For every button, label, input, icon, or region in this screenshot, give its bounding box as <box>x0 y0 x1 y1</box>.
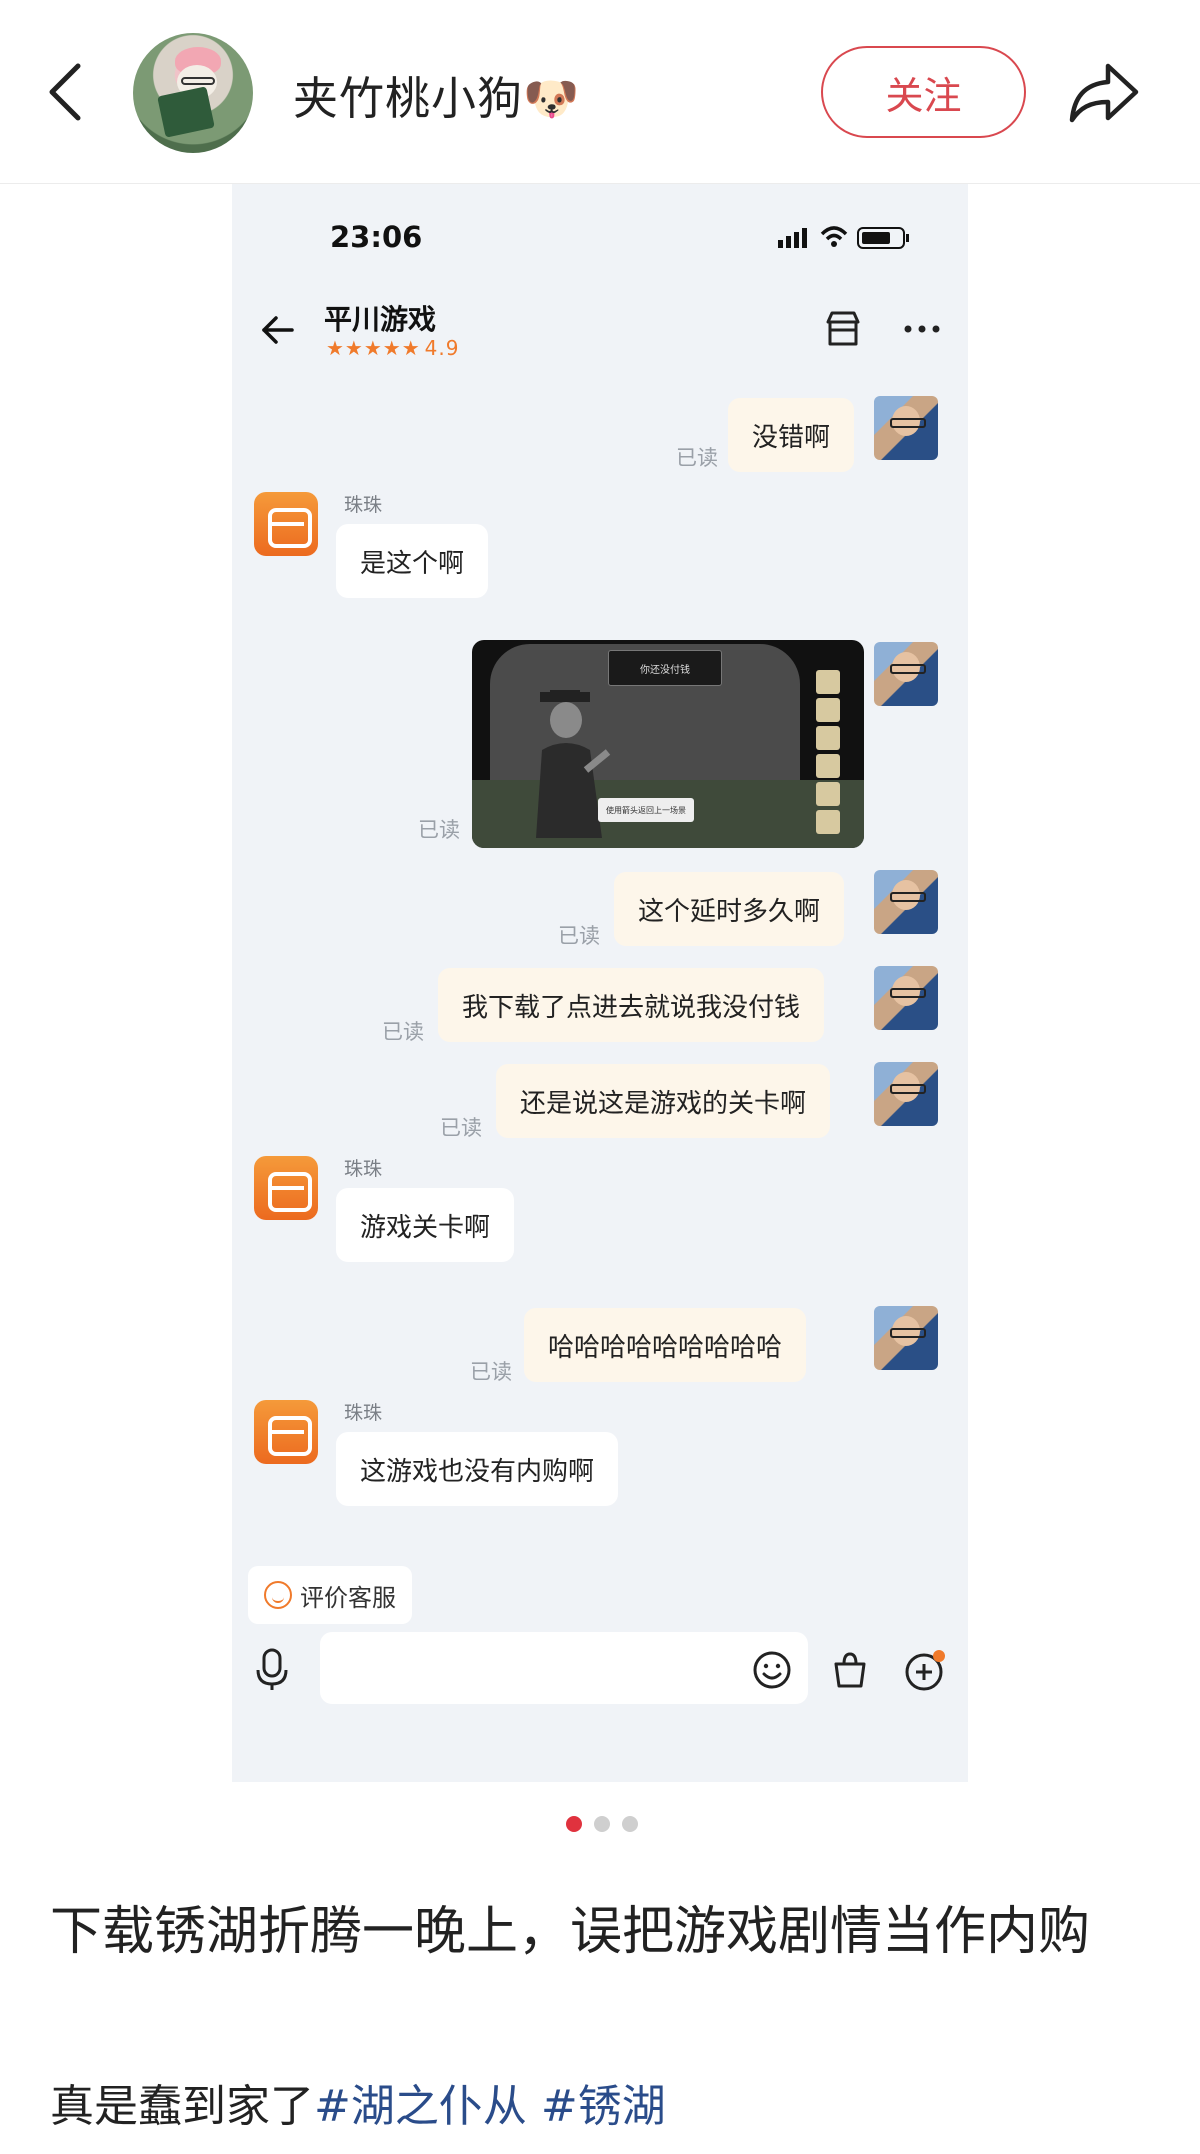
game-hint-button: 使用箭头返回上一场景 <box>598 798 694 822</box>
shop-avatar <box>254 492 318 556</box>
plus-icon[interactable] <box>904 1650 946 1692</box>
hashtag-link[interactable]: #湖之仆从 <box>314 2081 527 2132</box>
shop-rating: ★★★★★ 4.9 <box>326 336 459 360</box>
carousel-dot[interactable] <box>622 1816 638 1832</box>
read-receipt: 已读 <box>418 818 460 842</box>
read-receipt: 已读 <box>558 924 600 948</box>
smile-icon <box>264 1581 292 1609</box>
game-speech-text: 你还没付钱 <box>608 650 722 686</box>
rating-value: 4.9 <box>424 336 460 360</box>
message-bubble-mine[interactable]: 这个延时多久啊 <box>614 872 845 946</box>
post-body: 真是蠢到家了#湖之仆从 #锈湖 <box>50 2070 666 2134</box>
carousel-indicator <box>566 1816 638 1832</box>
carousel-dot[interactable] <box>594 1816 610 1832</box>
chat-screenshot[interactable]: 23:06 平川游戏 ★★★★★ 4.9 已读 没错啊 珠珠 是这个啊 已读 你… <box>232 184 968 1782</box>
carousel-dot-active[interactable] <box>566 1816 582 1832</box>
back-arrow-icon[interactable] <box>42 60 88 124</box>
shop-name: 平川游戏 <box>324 303 437 336</box>
rate-service-label: 评价客服 <box>300 1583 396 1612</box>
share-icon[interactable] <box>1068 58 1142 126</box>
author-username[interactable]: 夹竹桃小狗🐶 <box>293 62 580 127</box>
rating-stars: ★★★★★ <box>326 336 421 360</box>
read-receipt: 已读 <box>382 1020 424 1044</box>
my-avatar <box>874 1306 938 1370</box>
microphone-icon[interactable] <box>252 1646 292 1692</box>
message-image[interactable]: 你还没付钱 使用箭头返回上一场景 <box>472 640 864 848</box>
shop-avatar <box>254 1400 318 1464</box>
message-input[interactable] <box>320 1632 808 1704</box>
post-title: 下载锈湖折腾一晚上，误把游戏剧情当作内购 <box>50 1902 1091 1962</box>
message-bubble-mine[interactable]: 我下载了点进去就说我没付钱 <box>438 968 825 1042</box>
message-bubble-mine[interactable]: 哈哈哈哈哈哈哈哈哈 <box>524 1308 807 1382</box>
read-receipt: 已读 <box>470 1360 512 1384</box>
shop-avatar <box>254 1156 318 1220</box>
message-bubble-mine[interactable]: 还是说这是游戏的关卡啊 <box>496 1064 831 1138</box>
post-body-text: 真是蠢到家了 <box>50 2081 314 2132</box>
message-bubble-mine[interactable]: 没错啊 <box>728 398 855 472</box>
read-receipt: 已读 <box>676 446 718 470</box>
shopping-bag-icon[interactable] <box>830 1650 870 1690</box>
status-time: 23:06 <box>330 220 423 254</box>
game-inventory-slots <box>816 670 840 840</box>
my-avatar <box>874 870 938 934</box>
read-receipt: 已读 <box>440 1116 482 1140</box>
store-icon[interactable] <box>822 308 864 350</box>
message-bubble-agent[interactable]: 这游戏也没有内购啊 <box>336 1432 619 1506</box>
my-avatar <box>874 396 938 460</box>
hashtag-link[interactable]: #锈湖 <box>541 2081 666 2132</box>
my-avatar <box>874 642 938 706</box>
status-bar-icons <box>778 226 909 249</box>
agent-name: 珠珠 <box>344 1402 383 1424</box>
author-avatar[interactable] <box>133 33 253 153</box>
my-avatar <box>874 1062 938 1126</box>
rate-service-button[interactable]: 评价客服 <box>248 1566 412 1624</box>
post-header: 夹竹桃小狗🐶 关注 <box>0 0 1200 184</box>
my-avatar <box>874 966 938 1030</box>
more-icon[interactable] <box>902 322 942 336</box>
emoji-icon[interactable] <box>752 1650 792 1690</box>
agent-name: 珠珠 <box>344 1158 383 1180</box>
agent-name: 珠珠 <box>344 494 383 516</box>
chat-back-icon[interactable] <box>258 310 298 350</box>
follow-button[interactable]: 关注 <box>821 46 1026 138</box>
message-bubble-agent[interactable]: 是这个啊 <box>336 524 489 598</box>
message-bubble-agent[interactable]: 游戏关卡啊 <box>336 1188 515 1262</box>
